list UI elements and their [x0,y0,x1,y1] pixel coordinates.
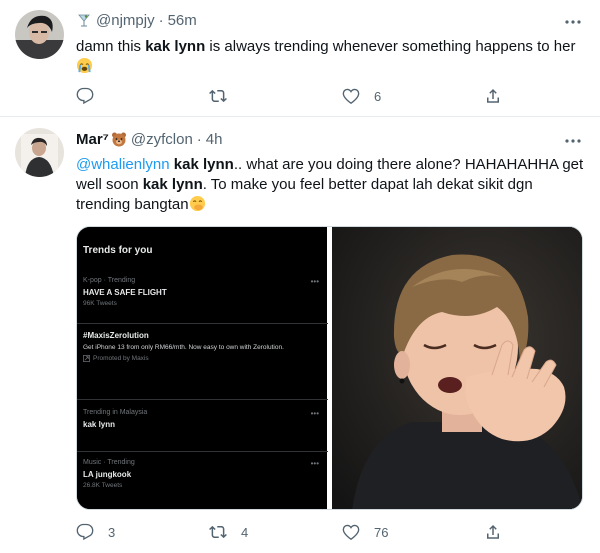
like-count: 6 [374,88,382,104]
laughing-person-photo[interactable] [332,227,582,509]
screenshot-title: Trends for you [83,245,153,256]
trend-category: Music · Trending [83,459,135,466]
text-segment: damn this [76,38,146,55]
retweet-button[interactable]: 4 [209,523,342,541]
display-name[interactable]: Mar⁷ [76,131,109,148]
promoted-icon [83,355,90,362]
tweet-text: damn this kak lynn is always trending wh… [76,37,586,77]
crying-face-icon [76,57,93,74]
trend-name: HAVE A SAFE FLIGHT [83,288,167,297]
reply-icon [76,87,94,105]
tweet-header: Mar⁷ @zyfclon · 4h [76,129,222,149]
retweet-icon [209,89,227,103]
trend-category: K-pop · Trending [83,277,136,284]
more-dots-icon: ••• [310,459,320,468]
trend-item: K-pop · Trending HAVE A SAFE FLIGHT 96K … [83,277,318,307]
trend-promoted: Promoted by Maxis [83,355,318,362]
trends-screenshot-image[interactable]: Trends for you K-pop · Trending HAVE A S… [77,227,328,509]
avatar[interactable] [15,128,64,177]
retweet-count: 4 [241,524,249,540]
timestamp[interactable]: 56m [168,12,197,29]
like-button[interactable]: 6 [342,87,484,105]
more-dots-icon[interactable] [564,13,582,31]
text-segment: is always trending whenever something ha… [205,38,576,55]
text-bold: kak lynn [145,38,206,55]
action-bar: 6 [76,86,506,106]
share-button[interactable] [484,87,502,105]
trend-sub: 26.8K Tweets [83,482,123,489]
reply-icon [76,523,94,541]
tweet-1[interactable]: @njmpjy · 56m damn this kak lynn is alwa… [0,0,600,117]
more-dots-icon: ••• [310,277,320,286]
trend-sub: 96K Tweets [83,300,117,307]
like-button[interactable]: 76 [342,523,484,541]
text-bold: kak lynn [142,176,203,193]
divider [77,323,328,324]
like-icon [342,524,360,541]
trend-item: Music · Trending LA jungkook 26.8K Tweet… [83,459,318,489]
media-gallery[interactable]: Trends for you K-pop · Trending HAVE A S… [76,226,583,510]
reply-button[interactable] [76,87,209,105]
reply-button[interactable]: 3 [76,523,209,541]
promoted-label: Promoted by Maxis [93,355,149,362]
divider [77,399,328,400]
martini-glass-icon [76,12,92,28]
tweet-header: @njmpjy · 56m [76,10,197,30]
divider [77,451,328,452]
more-dots-icon[interactable] [564,132,582,150]
bear-face-icon [111,131,127,147]
share-button[interactable] [484,523,502,541]
user-handle[interactable]: @njmpjy [96,12,155,29]
share-icon [487,88,499,103]
tweet-2[interactable]: Mar⁷ @zyfclon · 4h @whalienlynn kak lynn… [0,118,600,553]
reply-count: 3 [108,524,116,540]
user-handle[interactable]: @zyfclon [131,131,193,148]
more-dots-icon: ••• [310,409,320,418]
timestamp[interactable]: 4h [206,131,223,148]
trend-category: Trending in Malaysia [83,409,148,416]
like-count: 76 [374,524,389,540]
trend-item: Trending in Malaysia kak lynn [83,409,318,429]
retweet-icon [209,525,227,539]
like-icon [342,88,360,105]
avatar[interactable] [15,10,64,59]
separator-dot: · [158,11,164,29]
trend-name: #MaxisZerolution [83,331,149,340]
mention-link[interactable]: @whalienlynn [76,156,170,173]
retweet-button[interactable] [209,87,342,105]
trend-name: kak lynn [83,420,116,429]
trend-description: Get iPhone 13 from only RM66/mth. Now ea… [83,344,284,351]
hand-over-mouth-face-icon [189,195,206,212]
tweet-text: @whalienlynn kak lynn.. what are you doi… [76,155,586,215]
text-bold: kak lynn [169,156,234,173]
trend-item: #MaxisZerolution Get iPhone 13 from only… [83,331,318,362]
action-bar: 3 4 76 [76,522,506,542]
separator-dot: · [196,130,202,148]
share-icon [487,524,499,539]
trend-name: LA jungkook [83,470,132,479]
